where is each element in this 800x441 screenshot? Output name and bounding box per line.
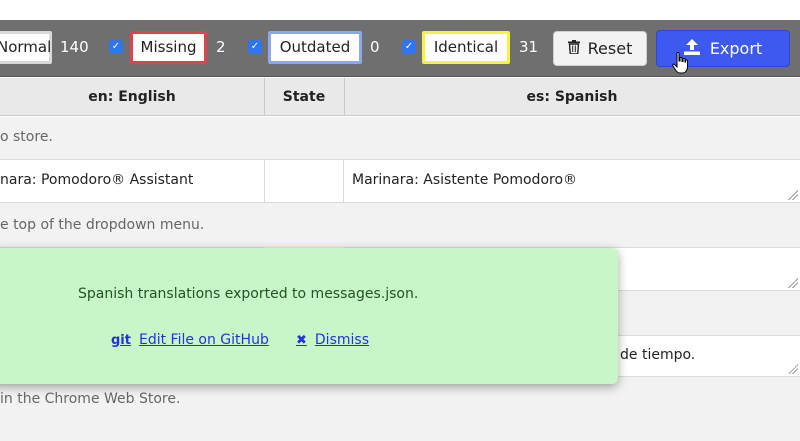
close-icon: ✖ [296, 332, 307, 348]
dismiss-label: Dismiss [314, 332, 369, 348]
filter-identical-chip[interactable]: Identical [422, 31, 510, 64]
filter-identical-count: 31 [519, 38, 539, 56]
filter-normal-count: 140 [60, 38, 89, 56]
filter-identical-checkbox[interactable]: ✓ [402, 40, 416, 54]
row-description-text: o store. [0, 129, 53, 145]
source-text-cell: nara: Pomodoro® Assistant [0, 160, 264, 202]
column-header-state: State [282, 89, 326, 105]
filter-outdated-checkbox[interactable]: ✓ [248, 40, 262, 54]
top-strip [0, 0, 800, 20]
filter-missing-count: 2 [216, 38, 226, 56]
hand-cursor-icon [672, 51, 688, 74]
table-row: nara: Pomodoro® Assistant Marinara: Asis… [0, 159, 800, 203]
translation-text: de tiempo. [620, 347, 696, 363]
reset-button[interactable]: Reset [553, 31, 647, 66]
reset-button-label: Reset [587, 39, 633, 58]
resize-handle-icon[interactable] [788, 190, 798, 200]
filter-outdated-count: 0 [370, 38, 380, 56]
filter-outdated-chip[interactable]: Outdated [268, 31, 362, 64]
trash-icon [567, 39, 580, 58]
state-cell [264, 160, 344, 202]
translation-text: Marinara: Asistente Pomodoro® [352, 172, 578, 188]
filter-normal-label: Normal [0, 38, 52, 56]
resize-handle-icon[interactable] [788, 278, 798, 288]
git-icon: git [111, 332, 131, 348]
edit-on-github-link[interactable]: git Edit File on GitHub [111, 332, 269, 348]
source-text: nara: Pomodoro® Assistant [0, 172, 194, 188]
dismiss-link[interactable]: ✖ Dismiss [296, 332, 369, 348]
filter-missing-chip[interactable]: Missing [130, 31, 207, 64]
export-button-label: Export [709, 39, 763, 58]
row-description: o store. [0, 117, 800, 159]
row-description: e top of the dropdown menu. [0, 203, 800, 247]
filter-normal-chip[interactable]: Normal [0, 31, 52, 64]
filter-missing-label: Missing [140, 38, 197, 56]
filter-missing-checkbox[interactable]: ✓ [109, 40, 123, 54]
export-toast: Spanish translations exported to message… [0, 248, 618, 384]
toast-message: Spanish translations exported to message… [78, 286, 419, 302]
filter-identical-label: Identical [433, 38, 499, 56]
filter-outdated-label: Outdated [279, 38, 351, 56]
table-header: en: English State es: Spanish [0, 78, 800, 116]
column-header-es: es: Spanish [526, 89, 618, 105]
resize-handle-icon[interactable] [788, 364, 798, 374]
row-description-text: e top of the dropdown menu. [0, 217, 205, 233]
row-description: in the Chrome Web Store. [0, 377, 800, 441]
edit-on-github-label: Edit File on GitHub [138, 332, 269, 348]
translation-input[interactable]: Marinara: Asistente Pomodoro® [344, 160, 800, 202]
column-header-en: en: English [88, 89, 176, 105]
row-description-text: in the Chrome Web Store. [0, 391, 181, 407]
